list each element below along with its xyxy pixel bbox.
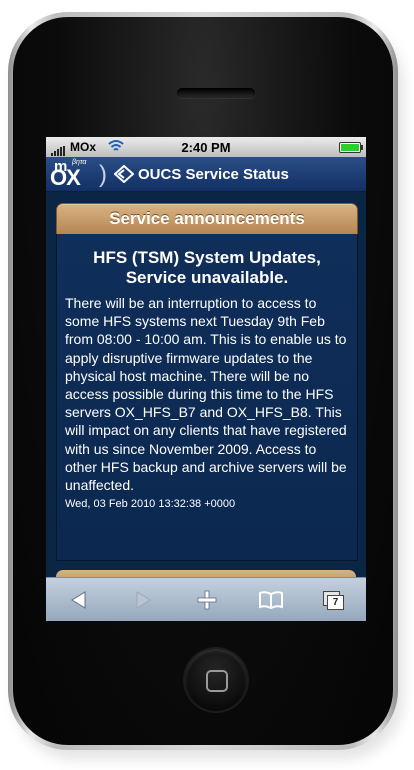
app-header: m βητα OX ) OUCS Service Status [46, 157, 366, 192]
logo-bracket: ) [99, 161, 107, 188]
pages-icon: 7 [323, 591, 344, 610]
announcement-date: Wed, 03 Feb 2010 13:32:38 +0000 [65, 498, 236, 511]
announcement-body: There will be an interruption to access … [65, 295, 347, 494]
oucs-diamond-icon [113, 164, 135, 188]
browser-toolbar: 7 [46, 577, 366, 621]
forward-arrow-icon [136, 591, 151, 609]
screen: MOx 2:40 PM m βητα OX ) OUCS Service Sta… [46, 137, 366, 621]
add-bookmark-button[interactable] [182, 578, 232, 621]
pages-count: 7 [327, 595, 344, 610]
earpiece-speaker [177, 88, 255, 98]
pages-button[interactable]: 7 [308, 578, 358, 621]
back-button[interactable] [54, 578, 104, 621]
section-header: Service announcements [56, 203, 358, 235]
announcement-title: HFS (TSM) System Updates, Service unavai… [93, 248, 321, 287]
bookmarks-button[interactable] [246, 578, 296, 621]
status-bar: MOx 2:40 PM [46, 137, 366, 157]
battery-icon [339, 142, 363, 153]
announcement-card: HFS (TSM) System Updates, Service unavai… [56, 234, 358, 561]
mox-logo[interactable]: m βητα OX ) [50, 158, 112, 190]
section-title: Service announcements [109, 209, 305, 228]
logo-ox: OX [50, 165, 81, 190]
home-square-icon [206, 670, 228, 692]
open-book-icon [259, 591, 283, 610]
plus-icon [197, 590, 217, 610]
forward-button[interactable] [118, 578, 168, 621]
page-title: OUCS Service Status [138, 166, 289, 183]
status-time: 2:40 PM [181, 140, 231, 155]
back-arrow-icon [71, 591, 86, 609]
home-button[interactable] [185, 649, 247, 711]
